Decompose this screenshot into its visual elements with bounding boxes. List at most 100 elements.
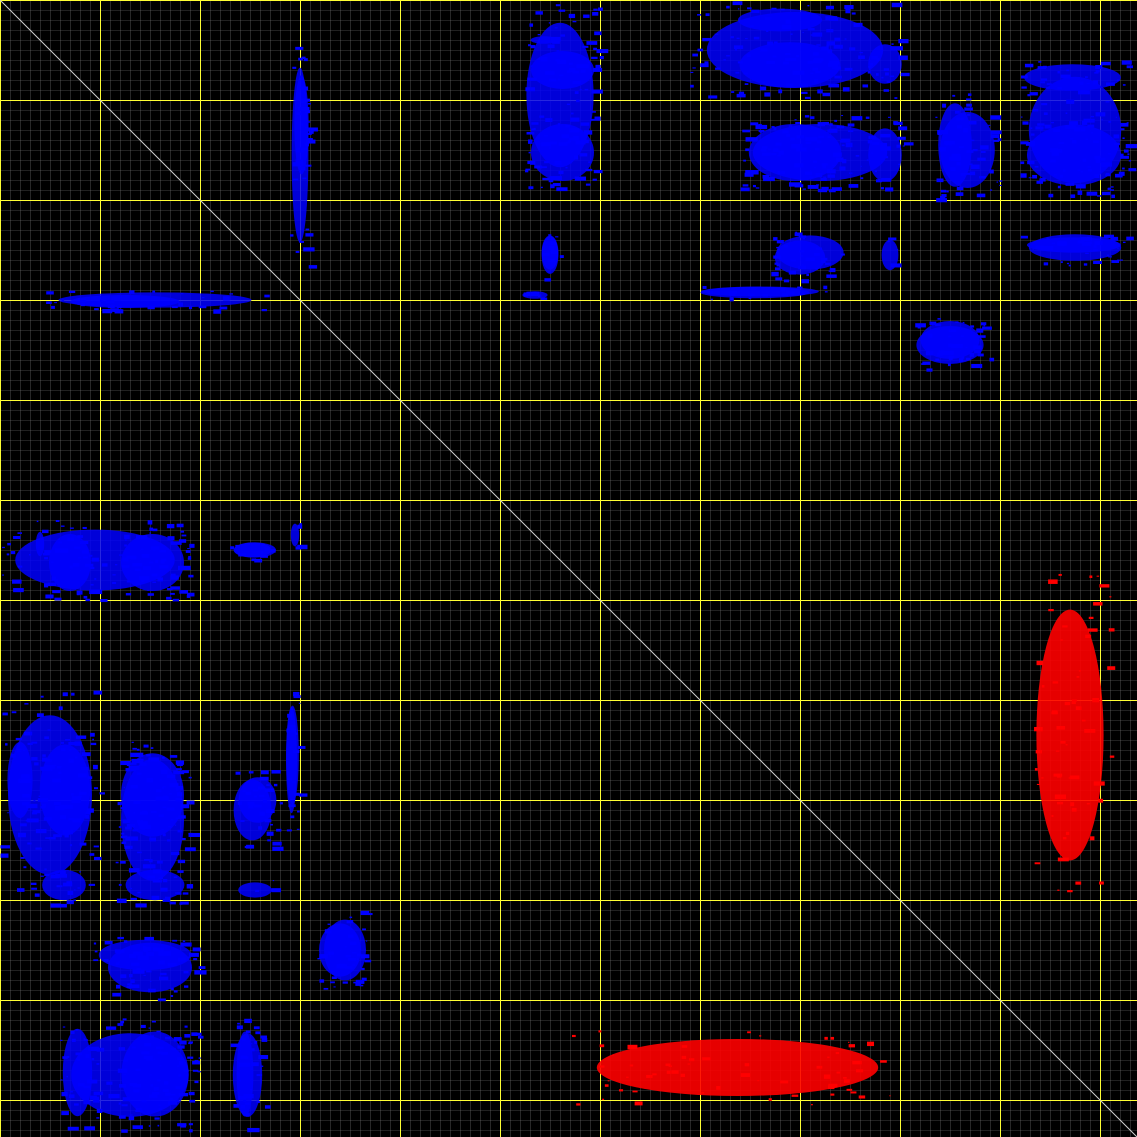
nonzero-entry	[233, 1104, 239, 1108]
nonzero-entry	[948, 335, 952, 338]
nonzero-entry	[40, 695, 44, 698]
nonzero-entry	[75, 1029, 78, 1031]
nonzero-entry	[177, 565, 191, 571]
nonzero-entry	[1125, 144, 1137, 149]
nonzero-entry	[305, 233, 314, 237]
nonzero-entry	[847, 123, 855, 127]
nonzero-entry	[149, 859, 153, 863]
nonzero-entry	[364, 959, 372, 963]
nonzero-entry	[801, 91, 808, 94]
nonzero-entry	[177, 762, 183, 767]
nonzero-entry	[1075, 881, 1082, 885]
nonzero-entry	[162, 833, 166, 837]
nonzero-entry	[531, 128, 536, 131]
nonzero-entry	[135, 1110, 140, 1112]
nonzero-entry	[896, 144, 901, 148]
nonzero-entry	[1039, 178, 1043, 182]
nonzero-entry	[742, 129, 751, 133]
nonzero-entry	[777, 154, 781, 157]
nonzero-entry	[950, 343, 963, 349]
nonzero-entry	[549, 176, 562, 181]
nonzero-entry	[565, 166, 568, 169]
nonzero-entry	[57, 765, 61, 769]
nonzero-entry	[963, 128, 968, 133]
nonzero-entry	[999, 184, 1002, 186]
nonzero-entry	[841, 115, 844, 117]
nonzero-entry	[2, 574, 5, 576]
nonzero-entry	[135, 1068, 141, 1071]
nonzero-entry	[17, 832, 26, 838]
nonzero-entry	[272, 846, 284, 852]
matrix-canvas	[0, 0, 1137, 1137]
nonzero-entry	[1041, 103, 1048, 106]
nonzero-entry	[36, 520, 39, 523]
nonzero-entry	[823, 1074, 831, 1079]
nonzero-entry	[834, 119, 838, 122]
nonzero-entry	[308, 127, 318, 132]
nonzero-entry	[937, 318, 941, 320]
nonzero-entry	[142, 864, 156, 869]
nonzero-entry	[1065, 831, 1070, 835]
nonzero-entry	[574, 155, 579, 160]
nonzero-entry	[960, 335, 964, 338]
nonzero-entry	[17, 565, 23, 568]
nonzero-entry	[20, 857, 25, 859]
nonzero-entry	[745, 137, 758, 142]
nonzero-entry	[351, 951, 357, 954]
nonzero-entry	[130, 752, 144, 758]
nonzero-entry	[178, 1074, 182, 1077]
nonzero-entry	[809, 186, 814, 189]
nonzero-entry	[162, 878, 168, 883]
nonzero-entry	[132, 829, 138, 832]
nonzero-entry	[152, 879, 162, 883]
nonzero-entry	[146, 970, 152, 973]
nonzero-entry	[955, 110, 960, 114]
nonzero-entry	[1086, 191, 1098, 196]
nonzero-entry	[46, 291, 54, 295]
nonzero-entry	[1095, 65, 1103, 69]
nonzero-entry	[926, 351, 932, 354]
nonzero-entry	[889, 1095, 891, 1097]
nonzero-entry	[1077, 190, 1083, 195]
nonzero-entry	[894, 97, 898, 99]
nonzero-entry	[858, 55, 865, 60]
nonzero-entry	[22, 794, 30, 798]
nonzero-entry	[829, 268, 836, 273]
nonzero-entry	[180, 530, 185, 533]
nonzero-entry	[999, 180, 1003, 182]
nonzero-entry	[230, 1043, 241, 1048]
nonzero-entry	[950, 167, 956, 172]
nonzero-entry	[184, 985, 189, 988]
nonzero-entry	[788, 270, 796, 275]
nonzero-entry	[544, 278, 552, 282]
nonzero-entry	[1082, 158, 1087, 162]
nonzero-entry	[93, 959, 99, 962]
nonzero-entry	[125, 826, 132, 830]
nonzero-entry	[858, 1095, 866, 1099]
nonzero-entry	[876, 73, 879, 76]
nonzero-entry	[46, 301, 52, 305]
nonzero-entry	[113, 309, 122, 312]
nonzero-entry	[778, 89, 783, 94]
nonzero-entry	[783, 61, 789, 65]
nonzero-entry	[10, 551, 16, 555]
nonzero-entry	[247, 1127, 260, 1133]
nonzero-entry	[125, 768, 133, 772]
nonzero-entry	[331, 976, 337, 980]
nonzero-entry	[1053, 174, 1058, 176]
nonzero-entry	[576, 64, 589, 69]
nonzero-entry	[299, 75, 303, 78]
nonzero-entry	[824, 291, 828, 293]
nonzero-entry	[572, 20, 577, 23]
nonzero-entry	[1024, 63, 1034, 68]
nonzero-entry	[572, 81, 581, 85]
nonzero-entry	[155, 789, 162, 793]
nonzero-entry	[243, 1099, 247, 1102]
nonzero-entry	[261, 1065, 264, 1067]
nonzero-entry	[773, 127, 777, 131]
nonzero-entry	[794, 163, 804, 168]
nonzero-entry	[579, 153, 588, 157]
nonzero-entry	[77, 887, 80, 889]
nonzero-entry	[13, 588, 24, 593]
nonzero-entry	[324, 929, 332, 934]
